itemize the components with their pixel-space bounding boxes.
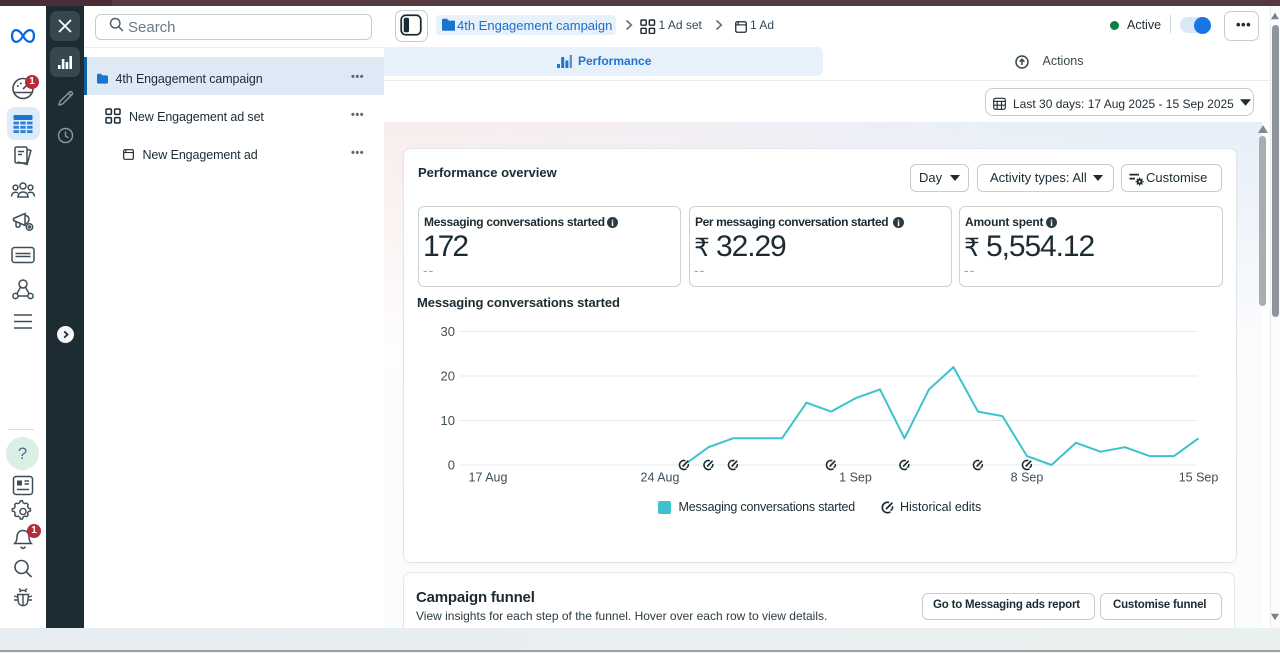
svg-text:0: 0: [448, 458, 455, 473]
svg-text:20: 20: [441, 369, 455, 384]
svg-text:17 Aug: 17 Aug: [469, 471, 508, 485]
svg-text:15 Sep: 15 Sep: [1179, 471, 1219, 485]
svg-text:8 Sep: 8 Sep: [1011, 471, 1044, 485]
svg-text:24 Aug: 24 Aug: [641, 471, 680, 485]
svg-text:30: 30: [441, 324, 455, 339]
svg-text:1 Sep: 1 Sep: [839, 471, 872, 485]
svg-text:10: 10: [441, 413, 455, 428]
